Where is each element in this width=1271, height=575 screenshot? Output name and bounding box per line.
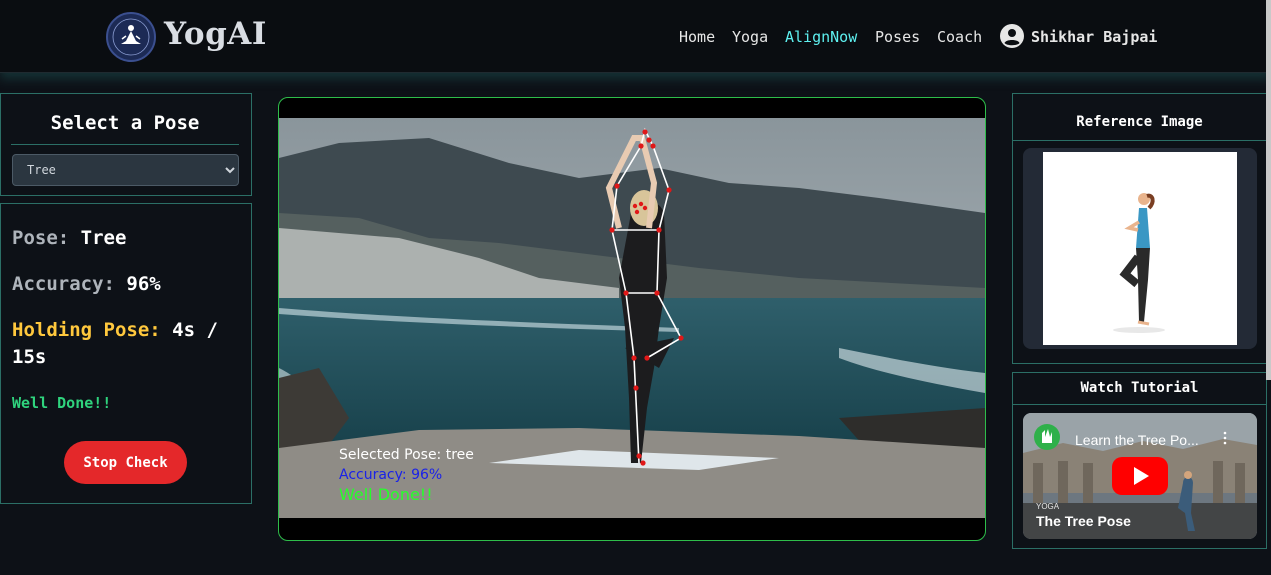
nav-home[interactable]: Home xyxy=(679,28,715,46)
user-circle-icon[interactable] xyxy=(1000,24,1024,48)
tutorial-video-embed[interactable]: Learn the Tree Po... YOGA The Tree Pose xyxy=(1023,413,1257,539)
accuracy-row: Accuracy: 96% xyxy=(12,273,161,295)
divider xyxy=(1013,140,1266,141)
nav-alignnow[interactable]: AlignNow xyxy=(785,28,857,46)
pose-row: Pose: Tree xyxy=(12,227,126,249)
divider xyxy=(1013,404,1266,405)
meditation-icon xyxy=(112,18,150,56)
select-pose-panel: Select a Pose Tree xyxy=(0,93,252,196)
holding-value: 4s / xyxy=(172,319,218,341)
holding-row: Holding Pose: 4s / xyxy=(12,319,218,341)
video-caption: The Tree Pose xyxy=(1036,513,1131,529)
logo-emblem[interactable] xyxy=(106,12,156,62)
page-scrollbar[interactable] xyxy=(1266,0,1271,380)
accuracy-label: Accuracy: xyxy=(12,273,115,295)
brand-name[interactable]: YogAI xyxy=(164,16,267,52)
pose-value: Tree xyxy=(80,227,127,249)
reference-title: Reference Image xyxy=(1076,114,1203,130)
reference-image-container xyxy=(1023,148,1257,349)
reference-image xyxy=(1043,152,1237,345)
overlay-accuracy: Accuracy: 96% xyxy=(339,467,443,483)
tutorial-panel: Watch Tutorial Learn the Tree Po... YOGA… xyxy=(1012,372,1267,549)
holding-total: 15s xyxy=(12,346,47,368)
pose-select[interactable]: Tree xyxy=(12,154,239,186)
pose-label: Pose: xyxy=(12,227,70,249)
accuracy-value: 96% xyxy=(126,273,161,295)
video-tag: YOGA xyxy=(1036,502,1060,511)
nav-coach[interactable]: Coach xyxy=(937,28,982,46)
stop-check-button[interactable]: Stop Check xyxy=(64,441,187,484)
top-navbar: YogAI Home Yoga AlignNow Poses Coach Shi… xyxy=(0,0,1271,73)
user-name[interactable]: Shikhar Bajpai xyxy=(1031,28,1157,46)
overlay-selected-pose: Selected Pose: tree xyxy=(339,447,474,463)
camera-feed: Selected Pose: tree Accuracy: 96% Well D… xyxy=(278,97,986,541)
overlay-message: Well Done!! xyxy=(339,485,433,504)
feedback-message: Well Done!! xyxy=(12,394,112,412)
divider xyxy=(11,144,239,145)
reference-image-panel: Reference Image xyxy=(1012,93,1267,364)
tutorial-title: Watch Tutorial xyxy=(1080,380,1199,396)
nav-yoga[interactable]: Yoga xyxy=(732,28,768,46)
holding-label: Holding Pose: xyxy=(12,319,161,341)
select-pose-title: Select a Pose xyxy=(50,112,200,134)
video-title[interactable]: Learn the Tree Po... xyxy=(1075,432,1199,448)
nav-poses[interactable]: Poses xyxy=(875,28,920,46)
pose-status-panel: Pose: Tree Accuracy: 96% Holding Pose: 4… xyxy=(0,203,252,504)
tree-pose-figure xyxy=(1113,193,1165,333)
